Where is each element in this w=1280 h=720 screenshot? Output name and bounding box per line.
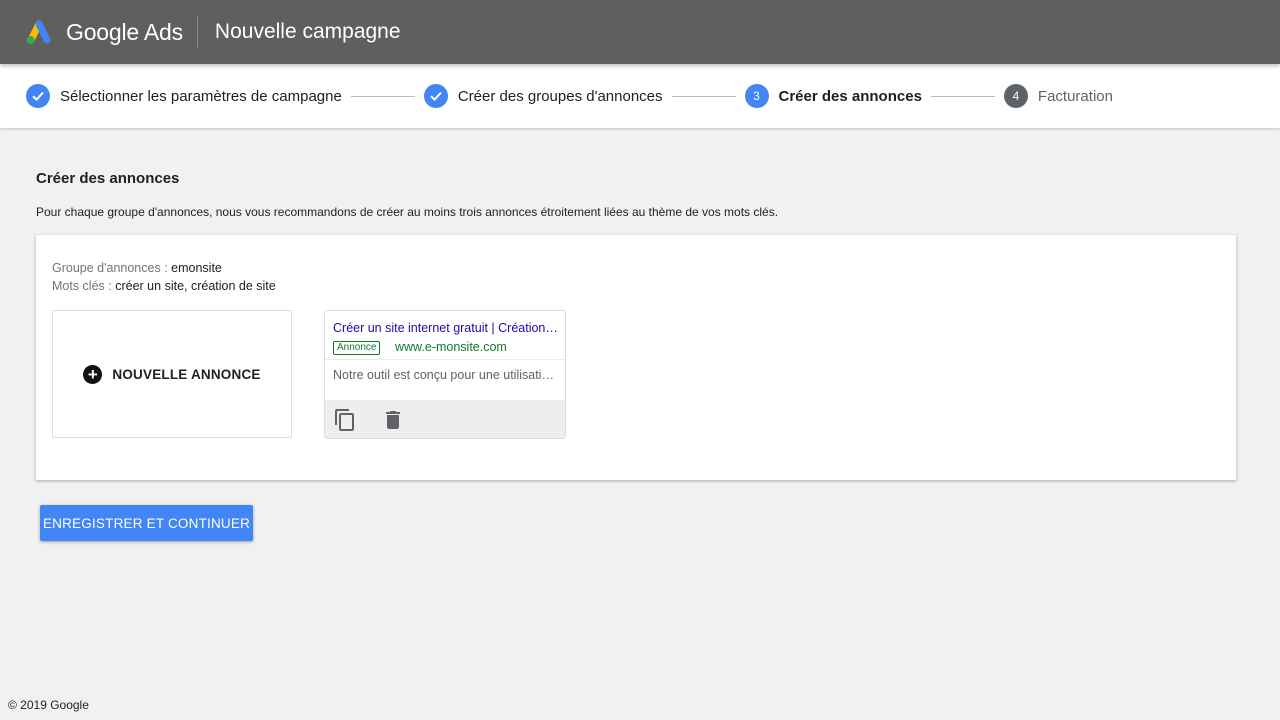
ad-preview-card[interactable]: Créer un site internet gratuit | Créatio…: [324, 310, 566, 439]
ad-group-info: Groupe d'annonces : emonsite: [52, 261, 222, 275]
step-create-ads[interactable]: 3 Créer des annonces: [744, 84, 922, 108]
brand-name: Google Ads: [66, 18, 183, 45]
section-title: Créer des annonces: [36, 170, 180, 187]
step-connector: [930, 95, 995, 97]
ad-display-url: www.e-monsite.com: [395, 340, 507, 354]
step-connector: [350, 95, 415, 97]
new-ad-button[interactable]: + NOUVELLE ANNONCE: [52, 310, 292, 438]
step-label: Facturation: [1037, 87, 1113, 105]
ad-badge: Annonce: [333, 341, 381, 355]
ad-group-card: Groupe d'annonces : emonsite Mots clés :…: [36, 235, 1236, 480]
step-billing[interactable]: 4 Facturation: [1003, 84, 1113, 108]
step-number: 3: [744, 84, 769, 108]
step-label: Sélectionner les paramètres de campagne: [60, 87, 342, 105]
check-icon: [423, 84, 448, 108]
new-ad-label: NOUVELLE ANNONCE: [112, 366, 261, 382]
step-label: Créer des annonces: [778, 87, 922, 105]
step-ad-groups[interactable]: Créer des groupes d'annonces: [423, 84, 663, 108]
check-icon: [26, 84, 50, 108]
add-circle-icon: +: [83, 364, 103, 384]
step-number: 4: [1003, 84, 1028, 108]
header-divider: [196, 16, 198, 48]
google-ads-logo-icon[interactable]: [24, 18, 54, 46]
ad-group-label: Groupe d'annonces :: [52, 261, 168, 275]
ad-actions-bar: [325, 400, 565, 438]
section-description: Pour chaque groupe d'annonces, nous vous…: [36, 205, 779, 219]
copy-icon[interactable]: [333, 408, 357, 432]
ad-group-value: emonsite: [171, 261, 222, 275]
keywords-value: créer un site, création de site: [115, 279, 276, 293]
footer-copyright: © 2019 Google: [8, 698, 89, 712]
ad-description: Notre outil est conçu pour une utilisati…: [333, 368, 559, 382]
keywords-info: Mots clés : créer un site, création de s…: [52, 279, 276, 293]
campaign-stepper: Sélectionner les paramètres de campagne …: [0, 64, 1280, 128]
step-label: Créer des groupes d'annonces: [457, 87, 663, 105]
ad-headline[interactable]: Créer un site internet gratuit | Créatio…: [333, 321, 559, 335]
ad-divider: [325, 359, 565, 360]
step-connector: [671, 95, 736, 97]
step-campaign-settings[interactable]: Sélectionner les paramètres de campagne: [26, 84, 342, 108]
top-app-bar: Google Ads Nouvelle campagne: [0, 0, 1280, 64]
save-and-continue-button[interactable]: ENREGISTRER ET CONTINUER: [40, 505, 253, 541]
delete-icon[interactable]: [381, 408, 405, 432]
keywords-label: Mots clés :: [52, 279, 112, 293]
page-title: Nouvelle campagne: [214, 20, 401, 43]
